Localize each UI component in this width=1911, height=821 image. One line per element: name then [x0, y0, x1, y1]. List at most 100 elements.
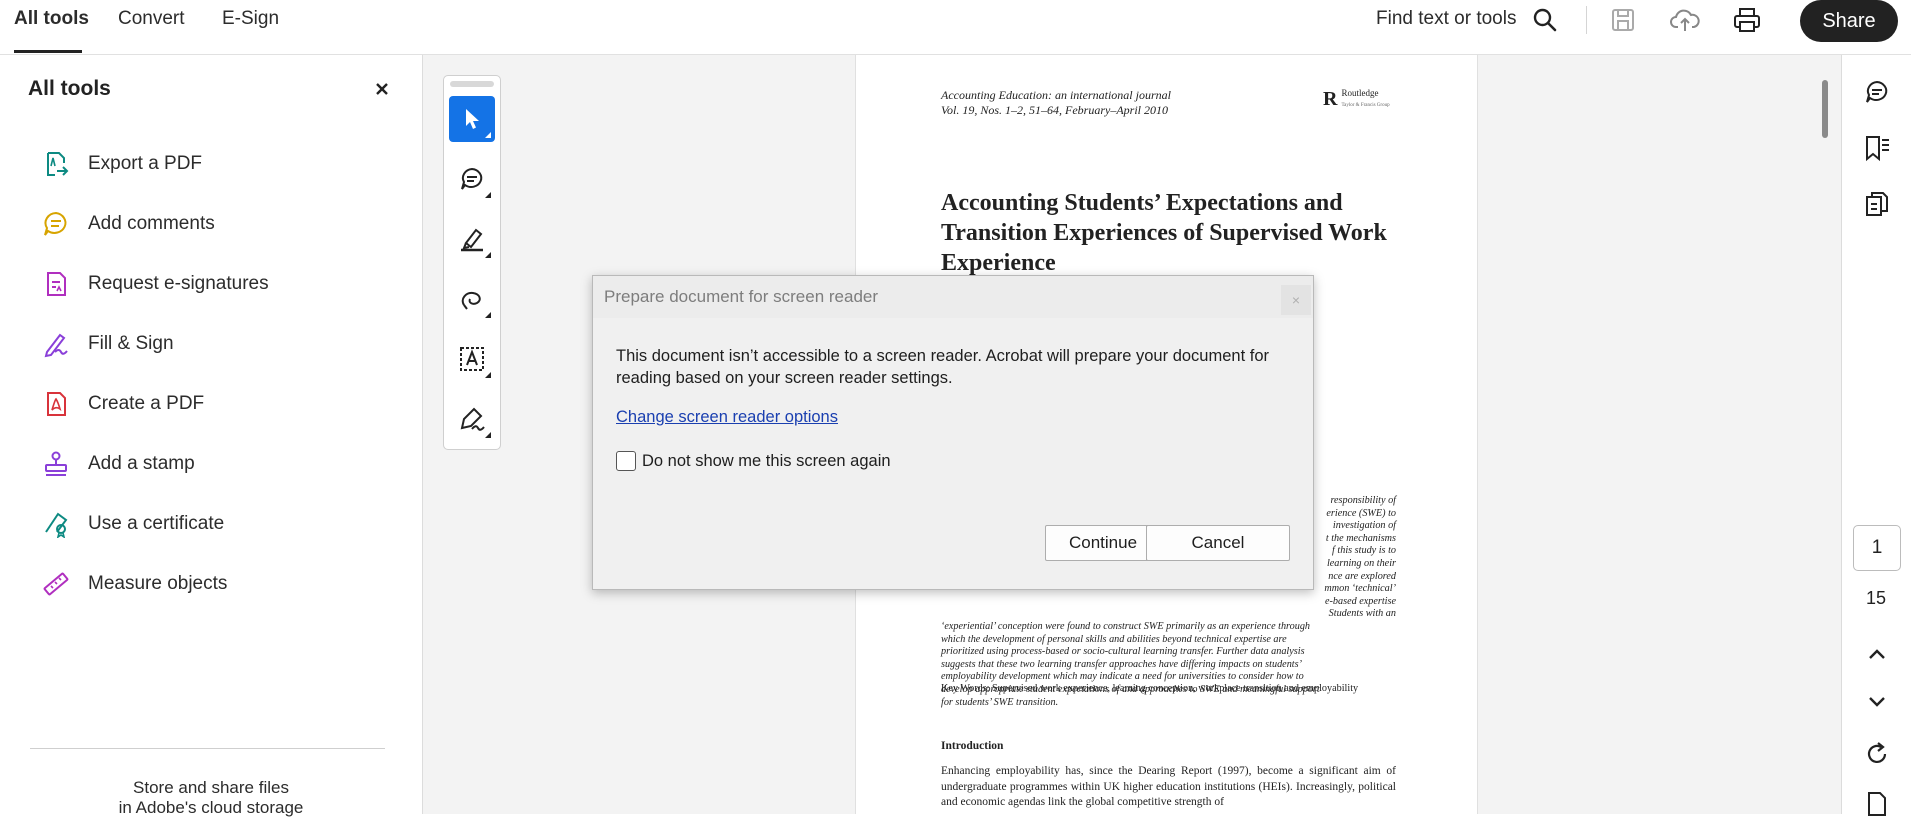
active-tab-indicator [14, 50, 82, 53]
more-options-indicator [485, 312, 491, 318]
journal-issue: Vol. 19, Nos. 1–2, 51–64, February–April… [941, 103, 1168, 117]
tool-add-stamp[interactable]: Add a stamp [40, 447, 400, 481]
more-options-indicator [485, 132, 491, 138]
next-page-icon[interactable] [1860, 685, 1894, 719]
comment-tool-button[interactable] [449, 156, 495, 202]
panel-title: All tools [28, 77, 111, 100]
routledge-logo-mark: R [1323, 88, 1338, 110]
draw-tool-button[interactable] [449, 276, 495, 322]
article-keywords: Key Words: Supervised work experience, l… [941, 683, 1359, 694]
tool-create-pdf[interactable]: Create a PDF [40, 387, 400, 421]
sign-pen-icon [460, 407, 485, 431]
measure-icon [40, 568, 72, 600]
tool-label: Measure objects [88, 573, 228, 594]
tool-label: Fill & Sign [88, 333, 174, 354]
vertical-scrollbar-thumb[interactable] [1822, 80, 1828, 138]
cancel-button[interactable]: Cancel [1146, 525, 1290, 561]
cloud-storage-promo: Store and share files in Adobe's cloud s… [0, 778, 422, 818]
comments-panel-icon[interactable] [1860, 75, 1894, 109]
tool-fill-sign[interactable]: Fill & Sign [40, 327, 400, 361]
abstract-line: e-based expertise [1325, 595, 1396, 607]
panel-divider [30, 748, 385, 749]
checkbox-label: Do not show me this screen again [642, 451, 891, 470]
journal-header: Accounting Education: an international j… [941, 88, 1171, 118]
right-rail: 1 15 [1841, 55, 1911, 816]
checkbox[interactable] [616, 451, 636, 471]
rotate-icon[interactable] [1860, 737, 1894, 771]
abstract-line: Students with an [1328, 608, 1396, 620]
text-box-tool-button[interactable] [449, 336, 495, 382]
abstract-line: which the development of personal skills… [941, 633, 1287, 645]
fill-sign-icon [40, 328, 72, 360]
save-icon[interactable] [1607, 4, 1639, 36]
sign-tool-button[interactable] [449, 396, 495, 442]
toolbar-separator [1586, 6, 1587, 34]
select-tool-button[interactable] [449, 96, 495, 142]
total-pages: 15 [1865, 588, 1887, 608]
comment-icon [461, 167, 483, 190]
cloud-upload-icon[interactable] [1669, 4, 1701, 36]
dont-show-again-checkbox[interactable]: Do not show me this screen again [616, 451, 891, 471]
publisher-logo: R Routledge Taylor & Francis Group [1323, 88, 1390, 111]
abstract-line: suggests that these two learning transfe… [941, 658, 1302, 670]
find-text-or-tools[interactable]: Find text or tools [1376, 8, 1516, 30]
freehand-icon [461, 291, 481, 310]
document-properties-icon[interactable] [1860, 787, 1894, 821]
tool-export-pdf[interactable]: Export a PDF [40, 147, 400, 181]
previous-page-icon[interactable] [1860, 637, 1894, 671]
section-heading: Introduction [941, 740, 1004, 752]
promo-line-2: in Adobe's cloud storage [118, 798, 304, 817]
logo-name: Routledge [1341, 88, 1379, 98]
current-page-input[interactable]: 1 [1853, 525, 1901, 571]
screen-reader-dialog: Prepare document for screen reader × Thi… [592, 275, 1314, 590]
logo-subtitle: Taylor & Francis Group [1341, 103, 1390, 108]
bookmarks-icon[interactable] [1860, 131, 1894, 165]
more-options-indicator [485, 252, 491, 258]
highlighter-icon [461, 228, 483, 252]
tab-convert[interactable]: Convert [118, 8, 185, 30]
tool-request-e-signatures[interactable]: Request e-signatures [40, 267, 400, 301]
share-button[interactable]: Share [1800, 0, 1898, 42]
tool-add-comments[interactable]: Add comments [40, 207, 400, 241]
abstract-line: ‘experiential’ conception were found to … [941, 620, 1311, 632]
top-bar: All tools Convert E-Sign Find text or to… [0, 0, 1911, 55]
section-paragraph: Enhancing employability has, since the D… [941, 765, 1396, 808]
close-icon[interactable] [372, 79, 392, 99]
toolbar-drag-handle[interactable] [450, 81, 494, 87]
certificate-icon [40, 508, 72, 540]
tool-label: Export a PDF [88, 153, 203, 174]
highlight-tool-button[interactable] [449, 216, 495, 262]
journal-title: Accounting Education: an international j… [941, 88, 1171, 102]
tool-use-certificate[interactable]: Use a certificate [40, 507, 400, 541]
cursor-icon [466, 109, 479, 129]
request-esign-icon [40, 268, 72, 300]
stamp-icon [40, 448, 72, 480]
text-box-icon [460, 347, 484, 371]
change-screen-reader-options-link[interactable]: Change screen reader options [616, 408, 838, 427]
more-options-indicator [485, 372, 491, 378]
continue-button[interactable]: Continue [1045, 525, 1161, 561]
all-tools-panel: All tools Export a PDF Add comments Requ… [0, 55, 423, 817]
abstract-line: for students’ SWE transition. [941, 696, 1059, 708]
article-title: Accounting Students’ Expectations and Tr… [941, 190, 1387, 276]
page-thumbnails-icon[interactable] [1860, 187, 1894, 221]
search-icon[interactable] [1529, 4, 1561, 36]
tool-label: Add comments [88, 213, 215, 234]
tab-all-tools[interactable]: All tools [14, 8, 89, 30]
tool-measure-objects[interactable]: Measure objects [40, 567, 400, 601]
tab-e-sign[interactable]: E-Sign [222, 8, 279, 30]
export-pdf-icon [40, 148, 72, 180]
print-icon[interactable] [1731, 4, 1763, 36]
tool-label: Use a certificate [88, 513, 225, 534]
dialog-title: Prepare document for screen reader [604, 287, 879, 306]
tool-label: Create a PDF [88, 393, 205, 414]
tool-label: Add a stamp [88, 453, 195, 474]
create-pdf-icon [40, 388, 72, 420]
dialog-message: This document isn’t accessible to a scre… [616, 347, 1269, 387]
abstract-line: prioritized using process-based or socio… [941, 646, 1305, 658]
dialog-title-bar[interactable]: Prepare document for screen reader × [593, 276, 1313, 318]
quick-tools-toolbar [443, 75, 501, 450]
more-options-indicator [485, 192, 491, 198]
comment-icon [40, 208, 72, 240]
dialog-close-button[interactable]: × [1281, 285, 1311, 315]
